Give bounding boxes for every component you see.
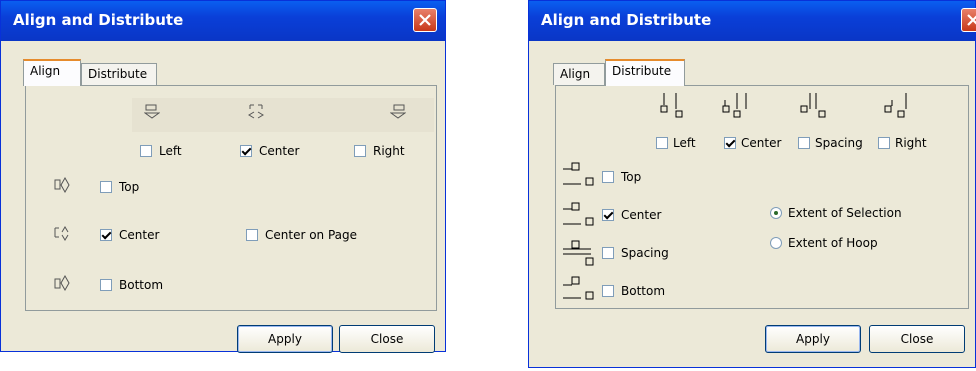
close-icon — [419, 14, 431, 26]
checkbox-box[interactable] — [100, 229, 112, 241]
checkbox-label: Right — [895, 136, 927, 150]
checkbox-label: Bottom — [119, 278, 164, 292]
radio-label: Extent of Hoop — [788, 236, 878, 250]
checkbox-label: Spacing — [815, 136, 863, 150]
align-panel: Left Center Right Top Center Center on P… — [25, 85, 437, 311]
checkbox-center-vertical[interactable]: Center — [602, 208, 661, 222]
dialog-title: Align and Distribute — [541, 11, 712, 29]
close-button[interactable]: Close — [339, 325, 435, 353]
checkbox-box[interactable] — [140, 145, 152, 157]
checkbox-top[interactable]: Top — [602, 170, 641, 184]
checkbox-right[interactable]: Right — [878, 136, 927, 150]
radio-extent-of-selection[interactable]: Extent of Selection — [770, 206, 902, 220]
tab-label: Align — [560, 67, 591, 81]
close-label: Close — [370, 332, 404, 346]
distribute-left-icon — [660, 93, 683, 118]
apply-label: Apply — [268, 332, 302, 346]
align-top-icon — [54, 177, 70, 194]
checkbox-label: Left — [159, 144, 182, 158]
checkbox-box[interactable] — [602, 247, 614, 259]
align-right-icon — [390, 104, 406, 119]
checkbox-box[interactable] — [240, 145, 252, 157]
apply-button[interactable]: Apply — [765, 325, 861, 353]
distribute-center-icon — [722, 93, 747, 118]
dialog-title: Align and Distribute — [13, 11, 184, 29]
distribute-bottom-icon — [563, 276, 594, 300]
close-label: Close — [900, 332, 934, 346]
checkbox-top[interactable]: Top — [100, 180, 139, 194]
checkbox-label: Left — [673, 136, 696, 150]
checkbox-right[interactable]: Right — [354, 144, 405, 158]
checkbox-box[interactable] — [100, 279, 112, 291]
align-bottom-icon — [54, 275, 70, 292]
tab-label: Distribute — [612, 64, 672, 78]
close-window-button[interactable] — [413, 8, 437, 32]
close-button[interactable]: Close — [869, 325, 965, 353]
checkbox-center-on-page[interactable]: Center on Page — [246, 228, 357, 242]
checkbox-center-horizontal[interactable]: Center — [724, 136, 781, 150]
checkbox-label: Center on Page — [265, 228, 358, 242]
distribute-top-icon — [563, 162, 594, 186]
checkbox-bottom[interactable]: Bottom — [100, 278, 163, 292]
checkbox-label: Center — [119, 228, 160, 242]
distribute-vspacing-icon — [563, 240, 594, 266]
align-center-h-icon — [248, 104, 264, 119]
checkbox-center-horizontal[interactable]: Center — [240, 144, 299, 158]
tab-label: Align — [30, 64, 61, 78]
checkbox-box[interactable] — [656, 137, 668, 149]
checkbox-box[interactable] — [602, 285, 614, 297]
tab-distribute[interactable]: Distribute — [605, 59, 685, 86]
checkbox-label: Center — [741, 136, 782, 150]
distribute-vcenter-icon — [563, 202, 594, 226]
checkbox-label: Spacing — [621, 246, 669, 260]
radio-extent-of-hoop[interactable]: Extent of Hoop — [770, 236, 878, 250]
checkbox-label: Center — [621, 208, 662, 222]
title-bar[interactable]: Align and Distribute — [1, 1, 445, 41]
checkbox-box[interactable] — [354, 145, 366, 157]
checkbox-box[interactable] — [246, 229, 258, 241]
tab-label: Distribute — [88, 67, 148, 81]
distribute-right-icon — [884, 93, 907, 118]
checkbox-left[interactable]: Left — [656, 136, 696, 150]
distribute-panel: Left Center Spacing Right Top Center Spa… — [555, 85, 969, 309]
radio-dot[interactable] — [770, 237, 782, 249]
close-icon — [967, 14, 976, 26]
checkbox-label: Bottom — [621, 284, 666, 298]
checkbox-box[interactable] — [724, 137, 736, 149]
checkbox-box[interactable] — [100, 181, 112, 193]
title-bar[interactable]: Align and Distribute — [529, 1, 976, 41]
tab-distribute[interactable]: Distribute — [81, 63, 157, 85]
apply-button[interactable]: Apply — [237, 325, 333, 353]
checkbox-center-vertical[interactable]: Center — [100, 228, 159, 242]
checkbox-label: Top — [621, 170, 642, 184]
radio-dot[interactable] — [770, 207, 782, 219]
checkbox-box[interactable] — [798, 137, 810, 149]
tab-align[interactable]: Align — [553, 63, 605, 85]
align-left-icon — [144, 104, 160, 119]
checkbox-label: Right — [373, 144, 405, 158]
checkbox-label: Center — [259, 144, 300, 158]
checkbox-box[interactable] — [602, 209, 614, 221]
checkbox-left[interactable]: Left — [140, 144, 182, 158]
checkbox-box[interactable] — [602, 171, 614, 183]
checkbox-label: Top — [119, 180, 140, 194]
close-window-button[interactable] — [961, 8, 976, 32]
checkbox-spacing-vertical[interactable]: Spacing — [602, 246, 669, 260]
radio-label: Extent of Selection — [788, 206, 902, 220]
apply-label: Apply — [796, 332, 830, 346]
align-distribute-dialog-align: Align and Distribute Align Distribute Le… — [0, 0, 446, 353]
checkbox-box[interactable] — [878, 137, 890, 149]
tab-align[interactable]: Align — [23, 59, 81, 86]
checkbox-bottom[interactable]: Bottom — [602, 284, 665, 298]
icon-band — [132, 98, 434, 132]
checkbox-spacing-horizontal[interactable]: Spacing — [798, 136, 863, 150]
align-distribute-dialog-distribute: Align and Distribute Align Distribute Le… — [528, 0, 976, 368]
distribute-spacing-icon — [800, 93, 826, 118]
align-center-v-icon — [54, 226, 69, 241]
